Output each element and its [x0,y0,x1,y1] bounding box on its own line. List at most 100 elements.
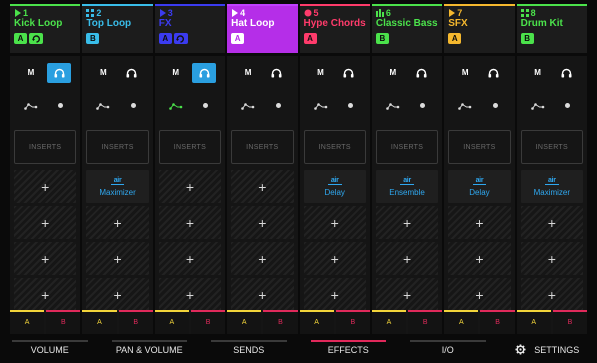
send-a-button[interactable]: A [299,310,334,334]
insert-slot-effect[interactable]: air Maximizer [86,170,149,203]
inserts-button[interactable]: INSERTS [158,130,222,164]
headphones-icon[interactable] [337,63,361,83]
automation-icon[interactable] [91,96,115,116]
send-b-button[interactable]: B [46,310,81,334]
insert-slot-empty[interactable]: + [375,242,439,275]
insert-slot-empty[interactable]: + [448,206,511,239]
mute-button[interactable]: M [164,63,188,83]
mute-button[interactable]: M [526,63,550,83]
send-a-button[interactable]: A [371,310,407,334]
insert-slot-empty[interactable]: + [303,206,366,239]
record-arm-dot[interactable] [347,103,353,108]
headphones-icon[interactable] [482,63,506,83]
insert-slot-empty[interactable]: + [520,242,583,275]
insert-slot-empty[interactable]: + [231,278,294,311]
insert-slot-empty[interactable]: + [86,242,149,275]
automation-icon[interactable] [236,96,260,116]
send-b-button[interactable]: B [335,310,370,334]
record-arm-dot[interactable] [275,103,281,108]
insert-slot-empty[interactable]: + [303,278,366,311]
tab-sends[interactable]: SENDS [199,337,299,363]
insert-slot-empty[interactable]: + [14,278,77,311]
send-b-button[interactable]: B [552,310,587,334]
insert-slot-empty[interactable]: + [520,206,583,239]
track-header[interactable]: 2 Top Loop B [82,4,153,53]
insert-slot-effect[interactable]: air Ensemble [375,170,439,203]
insert-slot-empty[interactable]: + [375,206,439,239]
insert-slot-empty[interactable]: + [158,278,222,311]
send-a-button[interactable]: A [227,310,262,334]
mute-button[interactable]: M [453,63,477,83]
mute-button[interactable]: M [91,63,115,83]
send-b-button[interactable]: B [263,310,298,334]
track-header[interactable]: 8 Drum Kit B [516,4,587,53]
mute-button[interactable]: M [19,63,43,83]
inserts-button[interactable]: INSERTS [14,130,77,164]
insert-slot-empty[interactable]: + [520,278,583,311]
send-a-button[interactable]: A [82,310,117,334]
headphones-icon[interactable] [265,63,289,83]
track-header[interactable]: 4 Hat Loop A [227,4,298,53]
headphones-icon[interactable] [554,63,578,83]
track-header[interactable]: 6 Classic Bass B [371,4,443,53]
insert-slot-empty[interactable]: + [14,170,77,203]
tab-settings[interactable]: SETTINGS [498,337,597,363]
tab-pan-volume[interactable]: PAN & VOLUME [100,337,200,363]
inserts-button[interactable]: INSERTS [86,130,149,164]
insert-slot-empty[interactable]: + [448,278,511,311]
track-header[interactable]: 3 FX A [154,4,226,53]
automation-icon[interactable] [19,96,43,116]
track-header[interactable]: 5 Hype Chords A [299,4,370,53]
headphones-icon[interactable] [192,62,217,83]
record-arm-dot[interactable] [130,103,136,108]
insert-slot-empty[interactable]: + [86,278,149,311]
track-header[interactable]: 1 Kick Loop A [10,4,81,53]
record-arm-dot[interactable] [58,103,64,108]
inserts-button[interactable]: INSERTS [375,130,439,164]
insert-slot-empty[interactable]: + [14,242,77,275]
insert-slot-effect[interactable]: air Maximizer [520,170,583,203]
inserts-button[interactable]: INSERTS [303,130,366,164]
insert-slot-empty[interactable]: + [158,170,222,203]
insert-slot-empty[interactable]: + [158,206,222,239]
inserts-button[interactable]: INSERTS [448,130,511,164]
insert-slot-empty[interactable]: + [303,242,366,275]
record-arm-dot[interactable] [492,103,498,108]
insert-slot-empty[interactable]: + [14,206,77,239]
insert-slot-empty[interactable]: + [231,170,294,203]
insert-slot-empty[interactable]: + [375,278,439,311]
send-b-button[interactable]: B [118,310,153,334]
insert-slot-empty[interactable]: + [158,242,222,275]
mute-button[interactable]: M [236,63,260,83]
mute-button[interactable]: M [381,63,405,83]
send-b-button[interactable]: B [190,310,226,334]
insert-slot-effect[interactable]: air Delay [448,170,511,203]
automation-icon[interactable] [309,96,333,116]
insert-slot-effect[interactable]: air Delay [303,170,366,203]
send-b-button[interactable]: B [480,310,515,334]
record-arm-dot[interactable] [565,103,570,108]
insert-slot-empty[interactable]: + [448,242,511,275]
mute-button[interactable]: M [309,63,333,83]
headphones-icon[interactable] [47,62,72,83]
tab-volume[interactable]: VOLUME [0,337,100,363]
headphones-icon[interactable] [120,63,144,83]
automation-icon[interactable] [164,96,188,116]
automation-icon[interactable] [381,96,405,116]
automation-icon[interactable] [453,96,477,116]
record-arm-dot[interactable] [420,103,426,108]
send-a-button[interactable]: A [444,310,479,334]
tab-i-o[interactable]: I/O [398,337,498,363]
send-b-button[interactable]: B [408,310,443,334]
record-arm-dot[interactable] [203,103,209,108]
inserts-button[interactable]: INSERTS [520,130,583,164]
send-a-button[interactable]: A [10,310,45,334]
headphones-icon[interactable] [409,63,433,83]
automation-icon[interactable] [526,96,550,116]
send-a-button[interactable]: A [154,310,189,334]
insert-slot-empty[interactable]: + [231,242,294,275]
insert-slot-empty[interactable]: + [231,206,294,239]
inserts-button[interactable]: INSERTS [231,130,294,164]
send-a-button[interactable]: A [516,310,551,334]
track-header[interactable]: 7 SFX A [444,4,515,53]
